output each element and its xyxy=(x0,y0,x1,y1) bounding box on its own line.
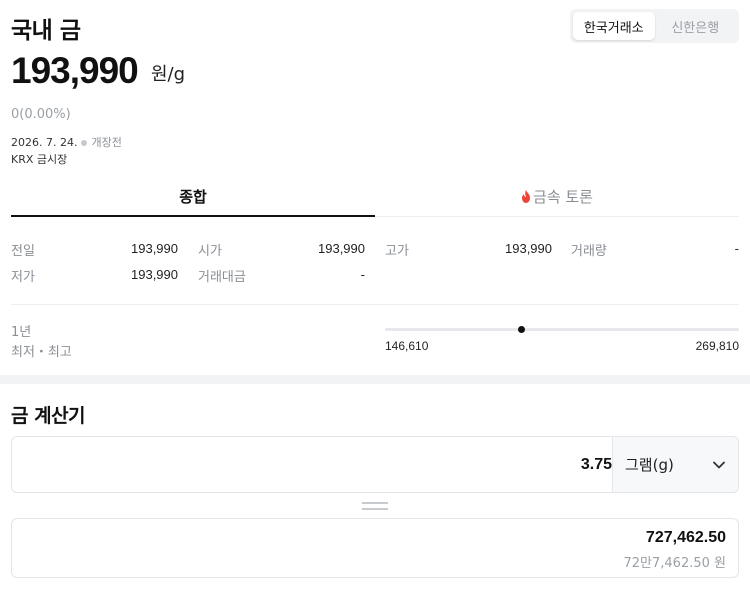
fire-icon xyxy=(522,190,531,203)
market-name: KRX 금시장 xyxy=(11,153,68,166)
chevron-down-icon xyxy=(713,461,725,469)
calculator-title: 금 계산기 xyxy=(11,405,86,427)
tab-summary-label: 종합 xyxy=(179,188,207,206)
range-lowhigh-label: 최저・최고 xyxy=(11,345,72,360)
stat-volume-label: 거래량 xyxy=(571,244,607,259)
range-low-value: 146,610 xyxy=(385,339,429,353)
range-bar xyxy=(385,328,739,331)
stat-low-value: 193,990 xyxy=(131,267,178,282)
stat-open-label: 시가 xyxy=(198,244,222,259)
weight-input-value[interactable]: 3.75 xyxy=(581,456,612,474)
stat-high-label: 고가 xyxy=(385,244,409,259)
range-high-value: 269,810 xyxy=(695,339,739,353)
stat-turnover-value: - xyxy=(360,267,365,282)
tab-discussion[interactable]: 금속 토론 xyxy=(375,177,739,216)
result-value: 727,462.50 xyxy=(645,529,726,546)
source-option-shinhan[interactable]: 신한은행 xyxy=(655,12,737,40)
stat-turnover-label: 거래대금 xyxy=(198,270,246,285)
stat-volume-value: - xyxy=(734,241,739,256)
equals-icon xyxy=(362,502,388,512)
section-separator xyxy=(0,375,750,384)
stat-prev-close-label: 전일 xyxy=(11,244,35,259)
dot-separator xyxy=(81,139,88,146)
unit-select-label: 그램(g) xyxy=(625,456,674,474)
price-meta: 2026. 7. 24. 개장전 xyxy=(11,134,122,150)
tab-discussion-label: 금속 토론 xyxy=(533,188,593,206)
stats-divider xyxy=(11,304,739,305)
price-change: 0(0.00%) xyxy=(11,107,71,122)
source-option-krx[interactable]: 한국거래소 xyxy=(573,12,655,40)
range-current-marker xyxy=(517,325,525,333)
range-period-label: 1년 xyxy=(11,325,32,340)
source-toggle: 한국거래소 신한은행 xyxy=(570,9,739,43)
page-title: 국내 금 xyxy=(11,18,81,44)
current-price: 193,990 xyxy=(11,50,139,91)
price-unit: 원/g xyxy=(151,64,186,85)
tab-bar: 종합 금속 토론 xyxy=(11,177,739,217)
stat-prev-close-value: 193,990 xyxy=(131,241,178,256)
market-status: 개장전 xyxy=(91,136,122,149)
unit-select[interactable]: 그램(g) xyxy=(612,437,738,492)
stat-open-value: 193,990 xyxy=(318,241,365,256)
stat-low-label: 저가 xyxy=(11,270,35,285)
tab-summary[interactable]: 종합 xyxy=(11,177,375,217)
stat-high-value: 193,990 xyxy=(505,241,552,256)
result-korean: 72만7,462.50 원 xyxy=(623,556,727,571)
price-date: 2026. 7. 24. xyxy=(11,136,78,149)
